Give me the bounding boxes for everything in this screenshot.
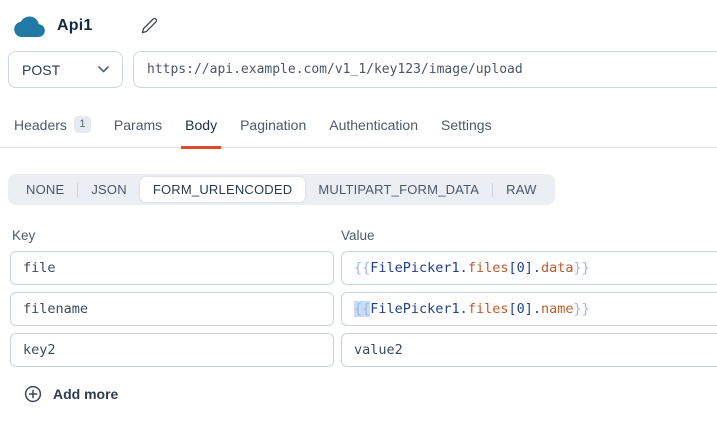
body-type-none[interactable]: NONE xyxy=(13,177,77,202)
request-tabs: Headers 1 Params Body Pagination Authent… xyxy=(0,117,717,148)
tab-body[interactable]: Body xyxy=(185,117,217,147)
value-input-2[interactable]: {{FilePicker1.files[0].name}} xyxy=(341,292,717,326)
value-column-header: Value xyxy=(341,228,717,243)
key-column-header: Key xyxy=(12,228,341,243)
cloud-icon xyxy=(14,14,45,37)
tab-authentication[interactable]: Authentication xyxy=(329,117,418,147)
api-title: Api1 xyxy=(57,17,92,35)
body-type-multipart-form-data[interactable]: MULTIPART_FORM_DATA xyxy=(305,177,492,202)
chevron-down-icon xyxy=(98,66,109,73)
key-input-3[interactable] xyxy=(10,333,334,367)
tab-headers[interactable]: Headers 1 xyxy=(14,117,91,147)
plus-circle-icon xyxy=(24,385,42,403)
form-column-headers: Key Value xyxy=(12,228,717,243)
key-input-2[interactable] xyxy=(10,292,334,326)
pencil-icon xyxy=(141,17,158,34)
api-header: Api1 xyxy=(0,0,717,42)
url-input[interactable] xyxy=(133,51,717,88)
form-row: {{FilePicker1.files[0].data}} xyxy=(10,251,717,285)
value-input-1[interactable]: {{FilePicker1.files[0].data}} xyxy=(341,251,717,285)
key-input-1[interactable] xyxy=(10,251,334,285)
body-type-form-urlencoded[interactable]: FORM_URLENCODED xyxy=(140,177,306,202)
value-input-3[interactable]: value2 xyxy=(341,333,717,367)
tab-pagination[interactable]: Pagination xyxy=(240,117,306,147)
body-type-switcher: NONE JSON FORM_URLENCODED MULTIPART_FORM… xyxy=(8,174,555,205)
form-row: value2 xyxy=(10,333,717,367)
form-row: {{FilePicker1.files[0].name}} xyxy=(10,292,717,326)
add-more-button[interactable]: Add more xyxy=(24,385,118,403)
method-label: POST xyxy=(22,62,60,78)
body-type-json[interactable]: JSON xyxy=(78,177,139,202)
request-bar: POST xyxy=(8,51,717,88)
edit-name-button[interactable] xyxy=(141,17,158,34)
tab-params[interactable]: Params xyxy=(114,117,162,147)
body-type-raw[interactable]: RAW xyxy=(493,177,549,202)
add-more-label: Add more xyxy=(53,386,118,402)
tab-settings[interactable]: Settings xyxy=(441,117,492,147)
highlighted-braces: {{ xyxy=(354,301,370,317)
method-select[interactable]: POST xyxy=(8,51,123,88)
headers-count-badge: 1 xyxy=(74,116,91,133)
